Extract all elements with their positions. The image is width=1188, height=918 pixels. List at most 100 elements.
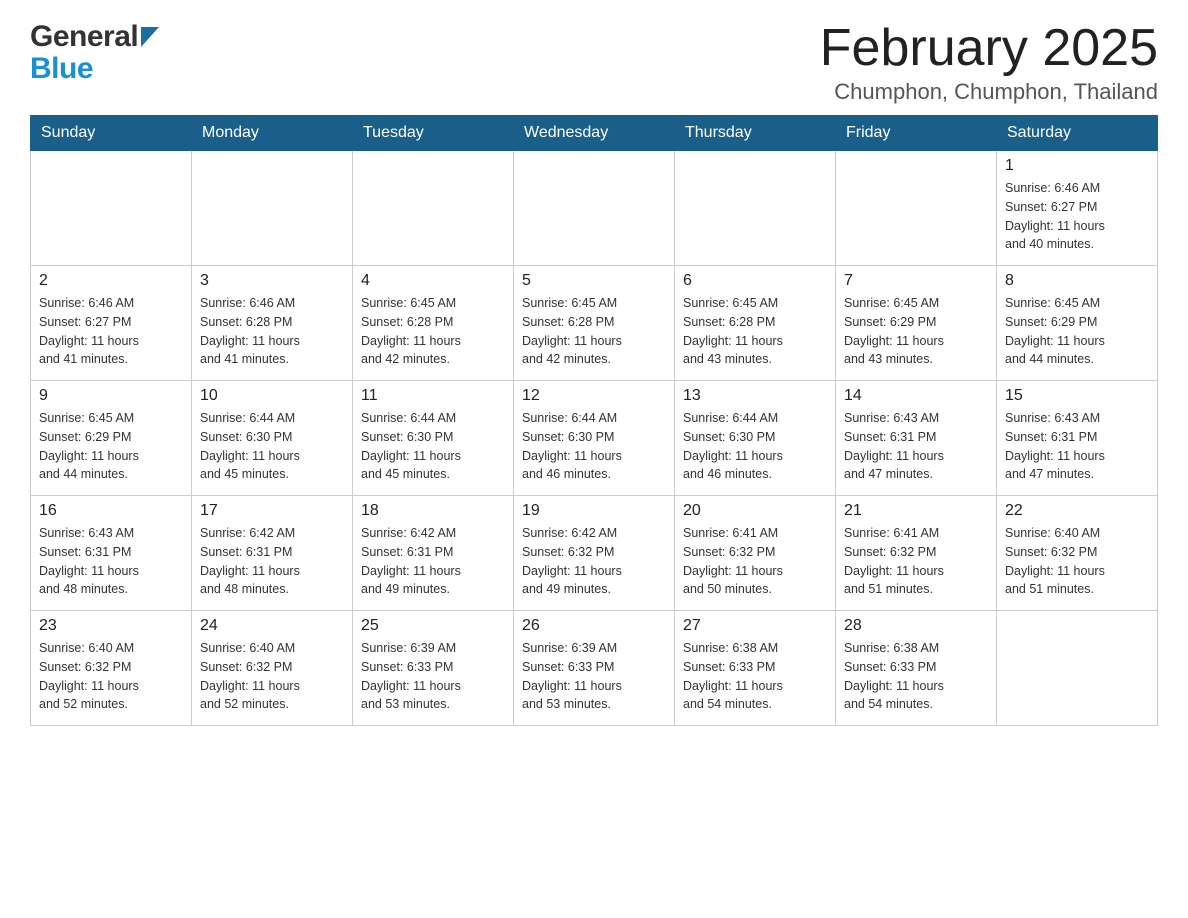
calendar-cell: 18 Sunrise: 6:42 AM Sunset: 6:31 PM Dayli… [353, 496, 514, 611]
calendar-cell: 10 Sunrise: 6:44 AM Sunset: 6:30 PM Dayli… [192, 381, 353, 496]
day-info: Sunrise: 6:45 AM Sunset: 6:29 PM Dayligh… [1005, 294, 1149, 369]
calendar-cell: 8 Sunrise: 6:45 AM Sunset: 6:29 PM Daylig… [997, 266, 1158, 381]
day-info: Sunrise: 6:40 AM Sunset: 6:32 PM Dayligh… [39, 639, 183, 714]
calendar-cell: 19 Sunrise: 6:42 AM Sunset: 6:32 PM Dayli… [514, 496, 675, 611]
day-info: Sunrise: 6:41 AM Sunset: 6:32 PM Dayligh… [844, 524, 988, 599]
day-number: 1 [1005, 157, 1149, 175]
day-number: 3 [200, 272, 344, 290]
day-number: 5 [522, 272, 666, 290]
calendar-cell: 3 Sunrise: 6:46 AM Sunset: 6:28 PM Daylig… [192, 266, 353, 381]
calendar-cell: 20Sunrise: 6:41 AM Sunset: 6:32 PM Dayli… [675, 496, 836, 611]
day-number: 23 [39, 617, 183, 635]
day-number: 26 [522, 617, 666, 635]
calendar-cell: 15 Sunrise: 6:43 AM Sunset: 6:31 PM Dayli… [997, 381, 1158, 496]
calendar-cell: 4 Sunrise: 6:45 AM Sunset: 6:28 PM Daylig… [353, 266, 514, 381]
day-number: 17 [200, 502, 344, 520]
day-info: Sunrise: 6:38 AM Sunset: 6:33 PM Dayligh… [844, 639, 988, 714]
calendar-cell: 17 Sunrise: 6:42 AM Sunset: 6:31 PM Dayli… [192, 496, 353, 611]
calendar-cell: 25Sunrise: 6:39 AM Sunset: 6:33 PM Dayli… [353, 611, 514, 726]
day-number: 6 [683, 272, 827, 290]
day-number: 7 [844, 272, 988, 290]
weekday-header-row: SundayMondayTuesdayWednesdayThursdayFrid… [31, 116, 1158, 151]
calendar-cell: 2Sunrise: 6:46 AM Sunset: 6:27 PM Daylig… [31, 266, 192, 381]
day-number: 10 [200, 387, 344, 405]
calendar-cell: 16 Sunrise: 6:43 AM Sunset: 6:31 PM Dayli… [31, 496, 192, 611]
day-info: Sunrise: 6:40 AM Sunset: 6:32 PM Dayligh… [1005, 524, 1149, 599]
day-number: 19 [522, 502, 666, 520]
day-number: 18 [361, 502, 505, 520]
day-number: 12 [522, 387, 666, 405]
calendar-cell: 22Sunrise: 6:40 AM Sunset: 6:32 PM Dayli… [997, 496, 1158, 611]
day-info: Sunrise: 6:43 AM Sunset: 6:31 PM Dayligh… [1005, 409, 1149, 484]
day-info: Sunrise: 6:39 AM Sunset: 6:33 PM Dayligh… [522, 639, 666, 714]
day-info: Sunrise: 6:46 AM Sunset: 6:27 PM Dayligh… [1005, 179, 1149, 254]
calendar-cell: 23 Sunrise: 6:40 AM Sunset: 6:32 PM Dayli… [31, 611, 192, 726]
day-number: 20 [683, 502, 827, 520]
logo: General Blue [30, 20, 159, 86]
calendar-cell [514, 151, 675, 266]
calendar-cell [675, 151, 836, 266]
day-number: 4 [361, 272, 505, 290]
calendar-cell: 1 Sunrise: 6:46 AM Sunset: 6:27 PM Daylig… [997, 151, 1158, 266]
weekday-header-tuesday: Tuesday [353, 116, 514, 151]
day-info: Sunrise: 6:46 AM Sunset: 6:28 PM Dayligh… [200, 294, 344, 369]
week-row-1: 1 Sunrise: 6:46 AM Sunset: 6:27 PM Daylig… [31, 151, 1158, 266]
logo-triangle-icon [141, 27, 159, 52]
day-number: 9 [39, 387, 183, 405]
weekday-header-wednesday: Wednesday [514, 116, 675, 151]
calendar-cell [353, 151, 514, 266]
day-number: 16 [39, 502, 183, 520]
weekday-header-sunday: Sunday [31, 116, 192, 151]
day-info: Sunrise: 6:44 AM Sunset: 6:30 PM Dayligh… [522, 409, 666, 484]
weekday-header-thursday: Thursday [675, 116, 836, 151]
logo-blue-text: Blue [30, 52, 93, 86]
day-info: Sunrise: 6:43 AM Sunset: 6:31 PM Dayligh… [844, 409, 988, 484]
day-number: 15 [1005, 387, 1149, 405]
day-number: 8 [1005, 272, 1149, 290]
day-info: Sunrise: 6:43 AM Sunset: 6:31 PM Dayligh… [39, 524, 183, 599]
calendar-cell [192, 151, 353, 266]
calendar-cell: 27 Sunrise: 6:38 AM Sunset: 6:33 PM Dayli… [675, 611, 836, 726]
weekday-header-monday: Monday [192, 116, 353, 151]
calendar-cell: 26 Sunrise: 6:39 AM Sunset: 6:33 PM Dayli… [514, 611, 675, 726]
week-row-3: 9Sunrise: 6:45 AM Sunset: 6:29 PM Daylig… [31, 381, 1158, 496]
calendar-cell [836, 151, 997, 266]
weekday-header-saturday: Saturday [997, 116, 1158, 151]
day-info: Sunrise: 6:42 AM Sunset: 6:32 PM Dayligh… [522, 524, 666, 599]
calendar-cell: 6 Sunrise: 6:45 AM Sunset: 6:28 PM Daylig… [675, 266, 836, 381]
day-number: 27 [683, 617, 827, 635]
day-info: Sunrise: 6:44 AM Sunset: 6:30 PM Dayligh… [200, 409, 344, 484]
week-row-4: 16 Sunrise: 6:43 AM Sunset: 6:31 PM Dayli… [31, 496, 1158, 611]
day-number: 11 [361, 387, 505, 405]
day-number: 2 [39, 272, 183, 290]
page-header: General Blue February 2025 Chumphon, Chu… [30, 20, 1158, 105]
day-info: Sunrise: 6:45 AM Sunset: 6:28 PM Dayligh… [361, 294, 505, 369]
day-number: 14 [844, 387, 988, 405]
day-info: Sunrise: 6:45 AM Sunset: 6:29 PM Dayligh… [844, 294, 988, 369]
title-block: February 2025 Chumphon, Chumphon, Thaila… [820, 20, 1158, 105]
logo-general-text: General [30, 20, 138, 54]
calendar-cell: 28Sunrise: 6:38 AM Sunset: 6:33 PM Dayli… [836, 611, 997, 726]
day-info: Sunrise: 6:38 AM Sunset: 6:33 PM Dayligh… [683, 639, 827, 714]
calendar-cell [997, 611, 1158, 726]
week-row-2: 2Sunrise: 6:46 AM Sunset: 6:27 PM Daylig… [31, 266, 1158, 381]
calendar-cell: 13 Sunrise: 6:44 AM Sunset: 6:30 PM Dayli… [675, 381, 836, 496]
calendar-table: SundayMondayTuesdayWednesdayThursdayFrid… [30, 115, 1158, 726]
day-number: 13 [683, 387, 827, 405]
calendar-cell: 14 Sunrise: 6:43 AM Sunset: 6:31 PM Dayli… [836, 381, 997, 496]
day-info: Sunrise: 6:42 AM Sunset: 6:31 PM Dayligh… [200, 524, 344, 599]
day-info: Sunrise: 6:42 AM Sunset: 6:31 PM Dayligh… [361, 524, 505, 599]
day-info: Sunrise: 6:45 AM Sunset: 6:28 PM Dayligh… [522, 294, 666, 369]
day-info: Sunrise: 6:40 AM Sunset: 6:32 PM Dayligh… [200, 639, 344, 714]
day-info: Sunrise: 6:44 AM Sunset: 6:30 PM Dayligh… [361, 409, 505, 484]
calendar-cell [31, 151, 192, 266]
week-row-5: 23 Sunrise: 6:40 AM Sunset: 6:32 PM Dayli… [31, 611, 1158, 726]
calendar-cell: 11 Sunrise: 6:44 AM Sunset: 6:30 PM Dayli… [353, 381, 514, 496]
calendar-cell: 7 Sunrise: 6:45 AM Sunset: 6:29 PM Daylig… [836, 266, 997, 381]
day-number: 25 [361, 617, 505, 635]
day-info: Sunrise: 6:44 AM Sunset: 6:30 PM Dayligh… [683, 409, 827, 484]
calendar-cell: 12 Sunrise: 6:44 AM Sunset: 6:30 PM Dayli… [514, 381, 675, 496]
month-title: February 2025 [820, 20, 1158, 77]
day-number: 24 [200, 617, 344, 635]
day-info: Sunrise: 6:45 AM Sunset: 6:28 PM Dayligh… [683, 294, 827, 369]
